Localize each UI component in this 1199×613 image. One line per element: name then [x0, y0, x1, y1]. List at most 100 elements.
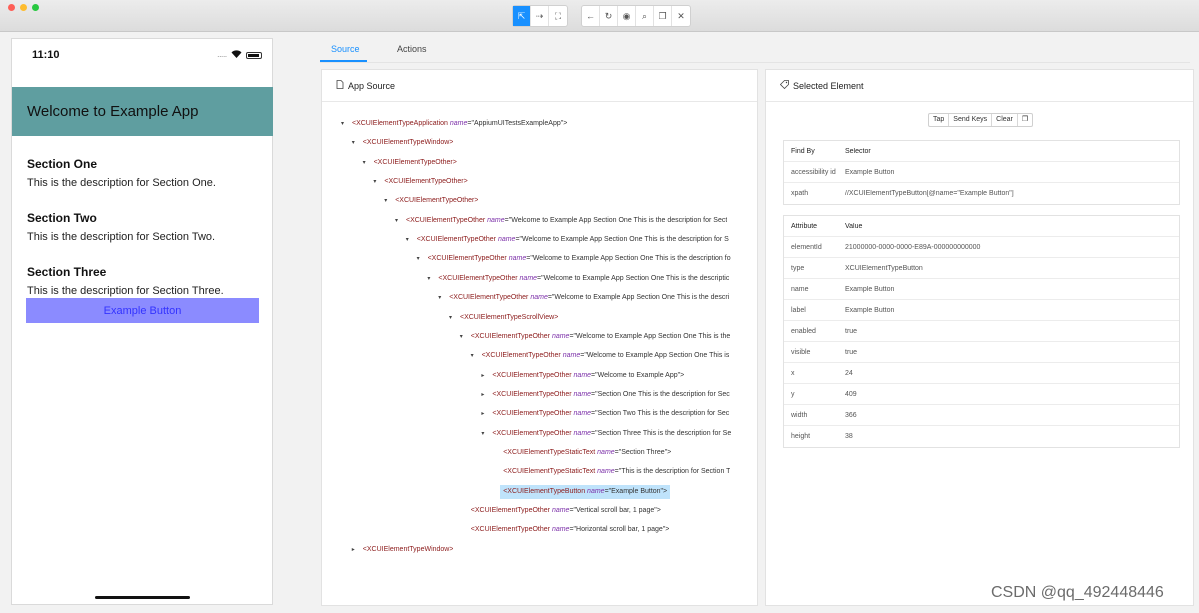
attribute-row: name Example Button	[784, 279, 1179, 300]
caret-down-icon[interactable]: ▾	[395, 214, 403, 228]
tree-node[interactable]: <XCUIElementTypeOther name="Welcome to E…	[417, 233, 729, 247]
tree-node[interactable]: <XCUIElementTypeOther>	[395, 194, 478, 208]
close-window-button[interactable]	[8, 4, 15, 11]
cell-value[interactable]: 38	[845, 433, 1179, 440]
swipe-by-coordinates-button[interactable]: ⇢	[531, 6, 549, 26]
caret-down-icon[interactable]: ▾	[427, 272, 435, 286]
tree-node[interactable]: <XCUIElementTypeOther name="Welcome to E…	[449, 291, 729, 305]
tree-node[interactable]: <XCUIElementTypeOther name="Welcome to E…	[492, 369, 684, 383]
section-three-description[interactable]: This is the description for Section Thre…	[27, 285, 224, 297]
cell-value[interactable]: Example Button	[845, 286, 1179, 293]
cell-value[interactable]: 366	[845, 412, 1179, 419]
caret-down-icon[interactable]: ▾	[373, 175, 381, 189]
cell-key: x	[791, 369, 795, 377]
tree-node[interactable]: <XCUIElementTypeOther name="Welcome to E…	[428, 252, 731, 266]
file-icon	[336, 80, 344, 91]
node-attr-value: ="Welcome to Example App Section One Thi…	[537, 275, 730, 282]
tab-source[interactable]: Source	[331, 44, 360, 54]
node-attr-value: ="Section Two This is the description fo…	[591, 410, 730, 417]
caret-down-icon[interactable]: ▾	[460, 330, 468, 344]
caret-down-icon[interactable]: ▾	[363, 156, 371, 170]
copy-attributes-icon[interactable]: ❐	[1018, 114, 1032, 126]
close-icon: ✕	[677, 10, 685, 21]
example-button[interactable]: Example Button	[26, 298, 259, 323]
minimize-window-button[interactable]	[20, 4, 27, 11]
tree-node[interactable]: <XCUIElementTypeScrollView>	[460, 311, 558, 325]
cell-value[interactable]: true	[845, 328, 1179, 335]
tree-node[interactable]: <XCUIElementTypeWindow>	[363, 136, 454, 150]
tap-button[interactable]: Tap	[929, 114, 950, 126]
search-button[interactable]: ⌕	[636, 6, 654, 26]
caret-right-icon[interactable]: ▸	[481, 388, 489, 402]
caret-down-icon[interactable]: ▾	[384, 194, 392, 208]
cell-value[interactable]: 409	[845, 391, 1179, 398]
tree-node[interactable]: <XCUIElementTypeOther name="Welcome to E…	[438, 272, 729, 286]
send-keys-button[interactable]: Send Keys	[949, 114, 993, 126]
copy-xml-button[interactable]: ❐	[654, 6, 672, 26]
tree-node[interactable]: <XCUIElementTypeStaticText name="Section…	[503, 446, 671, 460]
cell-value[interactable]: true	[845, 349, 1179, 356]
device-screenshot[interactable]: 11:10 ..... Welcome to Example App Secti…	[11, 38, 273, 605]
caret-down-icon[interactable]: ▾	[406, 233, 414, 247]
tree-node[interactable]: <XCUIElementTypeOther name="Welcome to E…	[406, 214, 727, 228]
tab-actions[interactable]: Actions	[397, 44, 427, 54]
section-two-title[interactable]: Section Two	[27, 211, 97, 225]
back-button[interactable]: ←	[582, 6, 600, 26]
tree-node[interactable]: <XCUIElementTypeOther name="Section One …	[492, 388, 729, 402]
quit-button[interactable]: ✕	[672, 6, 690, 26]
tree-node[interactable]: <XCUIElementTypeOther>	[374, 156, 457, 170]
caret-right-icon[interactable]: ▸	[352, 543, 360, 557]
start-recording-button[interactable]: ◉	[618, 6, 636, 26]
caret-down-icon[interactable]: ▾	[438, 291, 446, 305]
cell-key: accessibility id	[791, 168, 836, 176]
cell-key: label	[791, 306, 806, 314]
caret-down-icon[interactable]: ▾	[481, 427, 489, 441]
cell-value[interactable]: //XCUIElementTypeButton[@name="Example B…	[845, 190, 1179, 197]
home-indicator	[95, 596, 190, 599]
node-attr-name: name	[551, 507, 570, 514]
cell-key: height	[791, 433, 811, 440]
select-elements-button[interactable]: ⇱	[513, 6, 531, 26]
cell-value[interactable]: 24	[845, 370, 1179, 377]
tree-node[interactable]: <XCUIElementTypeApplication name="Appium…	[352, 117, 567, 131]
element-actions: Tap Send Keys Clear ❐	[928, 113, 1034, 127]
tag-icon	[779, 80, 789, 91]
section-one-description[interactable]: This is the description for Section One.	[27, 177, 216, 189]
caret-down-icon[interactable]: ▾	[352, 136, 360, 150]
tree-node[interactable]: <XCUIElementTypeOther>	[384, 175, 467, 189]
tree-node[interactable]: <XCUIElementTypeOther name="Section Thre…	[492, 427, 731, 441]
tree-node[interactable]: <XCUIElementTypeOther name="Welcome to E…	[482, 349, 730, 363]
node-attr-name: name	[508, 255, 527, 262]
caret-down-icon[interactable]: ▾	[341, 117, 349, 131]
attribute-row: y 409	[784, 384, 1179, 405]
section-three-title[interactable]: Section Three	[27, 265, 106, 279]
tree-node[interactable]: <XCUIElementTypeOther name="Horizontal s…	[471, 523, 670, 537]
clear-button[interactable]: Clear	[992, 114, 1018, 126]
tree-node[interactable]: <XCUIElementTypeWindow>	[363, 543, 454, 557]
node-attr-value: ="Section Three">	[614, 449, 672, 456]
cell-value[interactable]: Example Button	[845, 307, 1179, 314]
tap-by-coordinates-button[interactable]: ⛶	[549, 6, 567, 26]
column-header: Selector	[845, 147, 871, 155]
caret-right-icon[interactable]: ▸	[481, 407, 489, 421]
tree-node[interactable]: <XCUIElementTypeOther name="Section Two …	[492, 407, 729, 421]
node-attr-value: ="Section Three This is the description …	[591, 430, 732, 437]
caret-down-icon[interactable]: ▾	[417, 252, 425, 266]
caret-down-icon[interactable]: ▾	[471, 349, 479, 363]
section-two-description[interactable]: This is the description for Section Two.	[27, 231, 215, 243]
refresh-button[interactable]: ↻	[600, 6, 618, 26]
cell-value[interactable]: XCUIElementTypeButton	[845, 265, 1179, 272]
section-one-title[interactable]: Section One	[27, 157, 97, 171]
node-tag: <XCUIElementTypeOther	[492, 430, 572, 437]
cell-value[interactable]: Example Button	[845, 169, 1179, 176]
zoom-window-button[interactable]	[32, 4, 39, 11]
tree-node[interactable]: <XCUIElementTypeOther name="Welcome to E…	[471, 330, 730, 344]
tree-node[interactable]: <XCUIElementTypeStaticText name="This is…	[503, 465, 730, 479]
node-tag: <XCUIElementTypeOther>	[395, 197, 479, 204]
tree-node[interactable]: <XCUIElementTypeOther name="Vertical scr…	[471, 504, 661, 518]
caret-down-icon[interactable]: ▾	[449, 311, 457, 325]
tree-node-selected[interactable]: <XCUIElementTypeButton name="Example But…	[500, 485, 671, 499]
cell-value[interactable]: 21000000-0000-0000-E89A-000000000000	[845, 244, 1179, 251]
caret-right-icon[interactable]: ▸	[481, 369, 489, 383]
node-attr-value: ="AppiumUITestsExampleApp">	[467, 120, 568, 127]
